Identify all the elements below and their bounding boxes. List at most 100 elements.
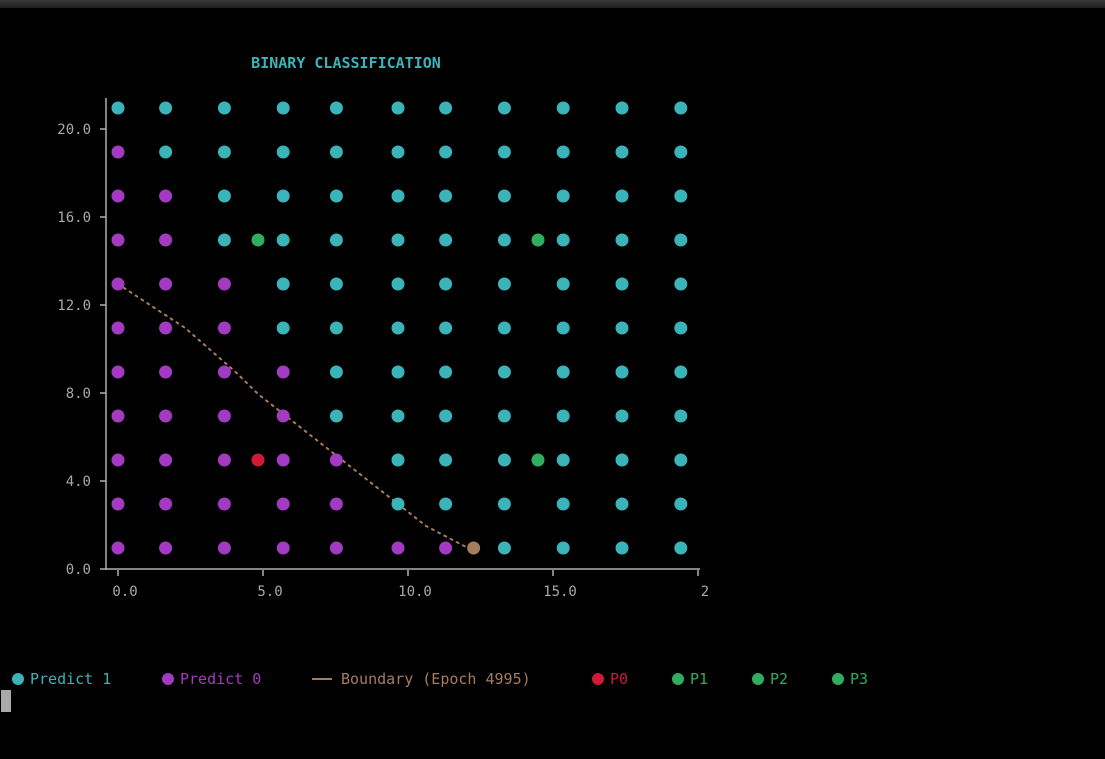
predict-1-point <box>391 409 405 423</box>
predict-1-point <box>391 497 405 511</box>
legend-label: P1 <box>690 670 709 688</box>
legend-item: Boundary (Epoch 4995) <box>312 668 531 690</box>
x-tick-label: 10.0 <box>398 584 432 600</box>
predict-0-point <box>217 453 231 467</box>
y-tick-label: 0.0 <box>66 562 91 578</box>
predict-1-point <box>439 453 453 467</box>
predict-0-point <box>217 497 231 511</box>
predict-1-point <box>276 101 290 115</box>
predict-1-point <box>556 453 570 467</box>
legend-label: Boundary (Epoch 4995) <box>341 670 531 688</box>
predict-1-point <box>674 101 688 115</box>
legend-item: P2 <box>752 668 788 690</box>
predict-0-point <box>159 189 173 203</box>
point-p0 <box>251 453 265 467</box>
predict-1-point <box>556 321 570 335</box>
predict-1-point <box>159 145 173 159</box>
predict-0-point <box>159 541 173 555</box>
predict-0-point <box>111 189 125 203</box>
predict-1-point <box>674 189 688 203</box>
predict-0-point <box>111 453 125 467</box>
predict-1-point <box>391 101 405 115</box>
predict-1-point <box>276 321 290 335</box>
predict-1-point <box>329 145 343 159</box>
predict-0-point <box>159 365 173 379</box>
predict-1-point <box>111 101 125 115</box>
predict-0-point <box>329 453 343 467</box>
predict-1-point <box>391 365 405 379</box>
legend-item: Predict 1 <box>12 668 111 690</box>
predict-1-point <box>674 233 688 247</box>
chart-title: BINARY CLASSIFICATION <box>251 54 441 72</box>
y-tick-label: 12.0 <box>57 298 91 314</box>
predict-0-point <box>111 409 125 423</box>
predict-1-point <box>439 189 453 203</box>
legend-label: P3 <box>850 670 869 688</box>
predict-1-point <box>276 277 290 291</box>
predict-1-point <box>329 321 343 335</box>
predict-1-point <box>329 101 343 115</box>
predict-1-point <box>556 145 570 159</box>
predict-1-point <box>439 233 453 247</box>
predict-1-point <box>556 233 570 247</box>
predict-1-point <box>439 409 453 423</box>
predict-1-point <box>276 189 290 203</box>
predict-1-point <box>674 409 688 423</box>
predict-0-point <box>217 277 231 291</box>
predict-1-point <box>159 101 173 115</box>
predict-1-point <box>497 321 511 335</box>
legend-dot-marker <box>672 673 684 685</box>
predict-0-point <box>391 541 405 555</box>
predict-1-point <box>497 189 511 203</box>
predict-0-point <box>111 321 125 335</box>
predict-0-point <box>329 541 343 555</box>
predict-0-point <box>439 541 453 555</box>
predict-1-point <box>497 365 511 379</box>
predict-0-point <box>111 365 125 379</box>
predict-1-point <box>439 365 453 379</box>
predict-1-point <box>329 365 343 379</box>
predict-0-point <box>217 365 231 379</box>
predict-1-point <box>439 497 453 511</box>
predict-0-point <box>111 497 125 511</box>
predict-1-point <box>674 541 688 555</box>
predict-0-point <box>159 321 173 335</box>
predict-1-point <box>674 497 688 511</box>
predict-1-point <box>497 277 511 291</box>
predict-0-point <box>329 497 343 511</box>
point-p3 <box>531 453 545 467</box>
predict-0-point <box>159 409 173 423</box>
predict-1-point <box>391 453 405 467</box>
scatter-chart: BINARY CLASSIFICATION0.04.08.012.016.020… <box>57 54 709 600</box>
chart-legend: Predict 1 Predict 0 Boundary (Epoch 4995) P… <box>0 668 1105 690</box>
predict-0-point <box>159 453 173 467</box>
predict-1-point <box>497 233 511 247</box>
predict-1-point <box>556 277 570 291</box>
legend-dot-marker <box>832 673 844 685</box>
predict-1-point <box>497 409 511 423</box>
predict-1-point <box>329 233 343 247</box>
predict-1-point <box>497 497 511 511</box>
predict-1-point <box>674 277 688 291</box>
predict-0-point <box>276 409 290 423</box>
predict-1-point <box>615 277 629 291</box>
predict-0-point <box>276 497 290 511</box>
predict-0-point <box>276 453 290 467</box>
predict-1-point <box>615 145 629 159</box>
legend-label: Predict 0 <box>180 670 262 688</box>
predict-1-point <box>329 277 343 291</box>
legend-line-marker <box>312 678 332 680</box>
legend-item: Predict 0 <box>162 668 261 690</box>
predict-1-point <box>217 189 231 203</box>
predict-1-point <box>615 189 629 203</box>
predict-1-point <box>615 453 629 467</box>
legend-item: P0 <box>592 668 628 690</box>
predict-1-point <box>391 145 405 159</box>
predict-1-point <box>217 145 231 159</box>
predict-1-point <box>391 233 405 247</box>
predict-1-point <box>391 277 405 291</box>
predict-1-point <box>674 321 688 335</box>
predict-1-point <box>556 365 570 379</box>
predict-0-point <box>217 409 231 423</box>
y-tick-label: 8.0 <box>66 386 91 402</box>
